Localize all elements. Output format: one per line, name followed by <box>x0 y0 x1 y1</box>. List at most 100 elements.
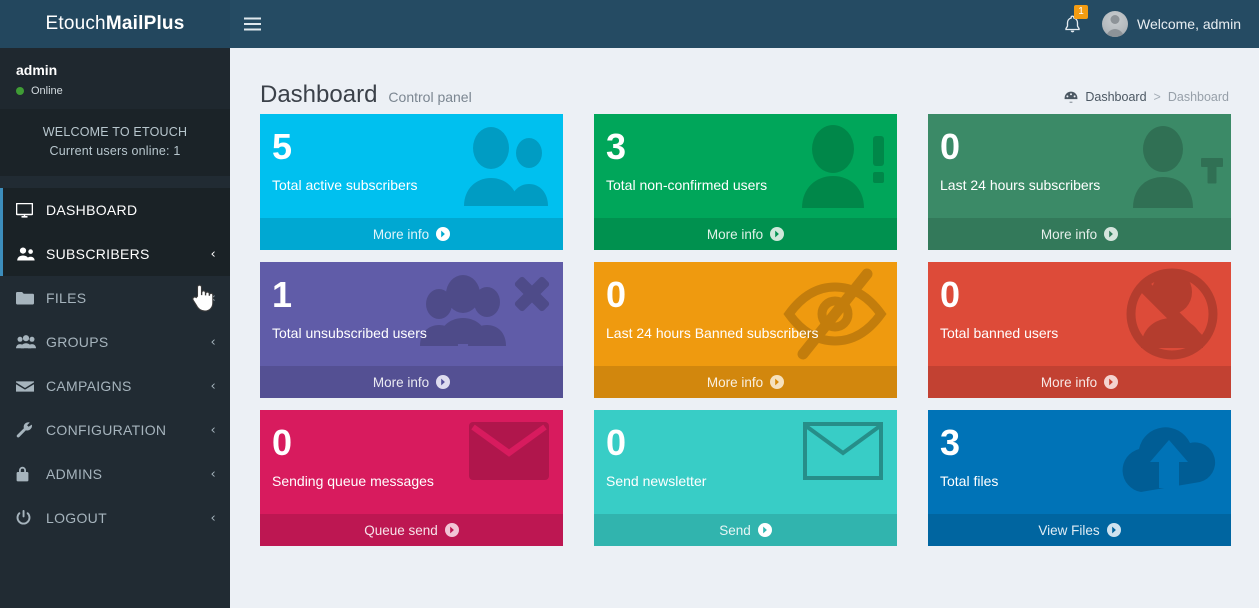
card-label: Last 24 hours subscribers <box>940 177 1101 193</box>
card-label: Send newsletter <box>606 473 707 489</box>
card-body: 0 Total banned users <box>928 262 1231 366</box>
sidebar-item-arrow: ‹ <box>210 290 216 306</box>
breadcrumb-current: Dashboard <box>1167 90 1229 104</box>
card-footer-link[interactable]: More info <box>594 218 897 250</box>
card-footer-label: More info <box>706 374 764 390</box>
power-icon <box>16 510 38 526</box>
brand-logo-light: Etouch <box>45 13 106 34</box>
card-footer-label: More info <box>372 374 430 390</box>
card-number: 3 <box>940 422 961 463</box>
stat-card-active-subscribers: 5 Total active subscribers More info <box>260 114 563 250</box>
notifications-button[interactable]: 1 <box>1052 0 1094 48</box>
card-body: 3 Total files <box>928 410 1231 514</box>
arrow-circle-right-icon <box>1106 523 1121 537</box>
stat-card-non-confirmed-users: 3 Total non-confirmed users More info <box>594 114 897 250</box>
card-footer-label: More info <box>1040 226 1098 242</box>
arrow-circle-right-icon <box>436 227 451 241</box>
card-number: 5 <box>272 126 293 167</box>
card-label: Last 24 hours Banned subscribers <box>606 325 819 341</box>
notification-count-badge: 1 <box>1073 5 1088 19</box>
arrow-circle-right-icon <box>770 227 785 241</box>
stat-card-total-files: 3 Total files View Files <box>928 410 1231 546</box>
card-footer-link[interactable]: More info <box>260 218 563 250</box>
sidebar-user-panel: admin Online <box>0 48 230 109</box>
stat-card-unsubscribed-users: 1 Total unsubscribed users More info <box>260 262 563 398</box>
card-label: Sending queue messages <box>272 473 434 489</box>
main-content: Dashboard Control panel Dashboard > Dash… <box>230 48 1259 608</box>
sidebar-item-arrow: ‹ <box>210 378 216 394</box>
breadcrumb: Dashboard > Dashboard <box>1064 84 1229 110</box>
sidebar-item-label: SUBSCRIBERS <box>46 246 150 262</box>
folder-icon <box>16 291 38 305</box>
welcome-line-2: Current users online: 1 <box>49 144 181 158</box>
card-body: 0 Last 24 hours Banned subscribers <box>594 262 897 366</box>
card-label: Total banned users <box>940 325 1059 341</box>
stat-card-total-banned-users: 0 Total banned users More info <box>928 262 1231 398</box>
sidebar: admin Online WELCOME TO ETOUCH Current u… <box>0 48 230 608</box>
stat-card-last24h-banned: 0 Last 24 hours Banned subscribers More … <box>594 262 897 398</box>
welcome-line-1: WELCOME TO ETOUCH <box>42 125 188 139</box>
sidebar-item-label: CONFIGURATION <box>46 422 167 438</box>
card-footer-label: Queue send <box>364 522 438 538</box>
card-footer-link[interactable]: View Files <box>928 514 1231 546</box>
sidebar-toggle-button[interactable] <box>230 0 274 48</box>
card-body: 3 Total non-confirmed users <box>594 114 897 218</box>
arrow-circle-right-icon <box>770 375 785 389</box>
card-label: Total files <box>940 473 999 489</box>
arrow-circle-right-icon <box>1104 375 1119 389</box>
sidebar-item-configuration[interactable]: CONFIGURATION ‹ <box>0 408 230 452</box>
card-footer-label: View Files <box>1038 522 1100 538</box>
stat-card-sending-queue: 0 Sending queue messages Queue send <box>260 410 563 546</box>
card-number: 3 <box>606 126 627 167</box>
sidebar-item-admins[interactable]: ADMINS ‹ <box>0 452 230 496</box>
stat-card-grid: 5 Total active subscribers More info 3 T… <box>260 114 1231 546</box>
card-footer-label: More info <box>706 226 764 242</box>
sidebar-item-campaigns[interactable]: CAMPAIGNS ‹ <box>0 364 230 408</box>
card-footer-link[interactable]: More info <box>260 366 563 398</box>
breadcrumb-home-link[interactable]: Dashboard <box>1085 84 1146 110</box>
arrow-circle-right-icon <box>1104 227 1119 241</box>
stat-card-send-newsletter: 0 Send newsletter Send <box>594 410 897 546</box>
sidebar-item-files[interactable]: FILES ‹ <box>0 276 230 320</box>
sidebar-user-name: admin <box>16 62 58 78</box>
card-footer-label: More info <box>372 226 430 242</box>
card-body: 0 Last 24 hours subscribers <box>928 114 1231 218</box>
card-footer-link[interactable]: More info <box>594 366 897 398</box>
sidebar-item-label: LOGOUT <box>46 510 107 526</box>
card-body: 1 Total unsubscribed users <box>260 262 563 366</box>
sidebar-item-arrow: ‹ <box>210 246 216 262</box>
card-footer-label: Send <box>719 522 751 538</box>
content-header: Dashboard Control panel Dashboard > Dash… <box>260 48 1229 114</box>
bars-icon <box>243 17 261 31</box>
card-footer-link[interactable]: More info <box>928 366 1231 398</box>
sidebar-item-dashboard[interactable]: DASHBOARD <box>0 188 230 232</box>
card-footer-link[interactable]: Queue send <box>260 514 563 546</box>
sidebar-item-arrow: ‹ <box>210 422 216 438</box>
sidebar-item-logout[interactable]: LOGOUT ‹ <box>0 496 230 540</box>
sidebar-item-label: FILES <box>46 290 87 306</box>
arrow-circle-right-icon <box>436 375 451 389</box>
brand-logo[interactable]: Etouch MailPlus <box>0 0 230 48</box>
sidebar-item-arrow: ‹ <box>210 466 216 482</box>
user-menu-button[interactable]: Welcome, admin <box>1096 0 1249 48</box>
card-footer-link[interactable]: More info <box>928 218 1231 250</box>
sidebar-item-subscribers[interactable]: SUBSCRIBERS ‹ <box>0 232 230 276</box>
sidebar-item-label: DASHBOARD <box>46 202 138 218</box>
sidebar-item-groups[interactable]: GROUPS ‹ <box>0 320 230 364</box>
user-greeting-label: Welcome, admin <box>1136 16 1241 32</box>
card-footer-label: More info <box>1040 374 1098 390</box>
envelope-icon <box>16 380 38 393</box>
card-number: 0 <box>272 422 293 463</box>
dashboard-icon <box>1064 91 1078 103</box>
online-status-dot <box>16 87 24 95</box>
arrow-circle-right-icon <box>444 523 459 537</box>
sidebar-item-arrow: ‹ <box>210 334 216 350</box>
card-body: 0 Send newsletter <box>594 410 897 514</box>
card-label: Total non-confirmed users <box>606 177 768 193</box>
sidebar-item-label: GROUPS <box>46 334 109 350</box>
app-window: Etouch MailPlus 1 Welcome, admin admin O… <box>0 0 1259 608</box>
lock-icon <box>16 466 38 482</box>
card-footer-link[interactable]: Send <box>594 514 897 546</box>
page-title: Dashboard <box>260 81 378 108</box>
card-number: 0 <box>940 126 961 167</box>
